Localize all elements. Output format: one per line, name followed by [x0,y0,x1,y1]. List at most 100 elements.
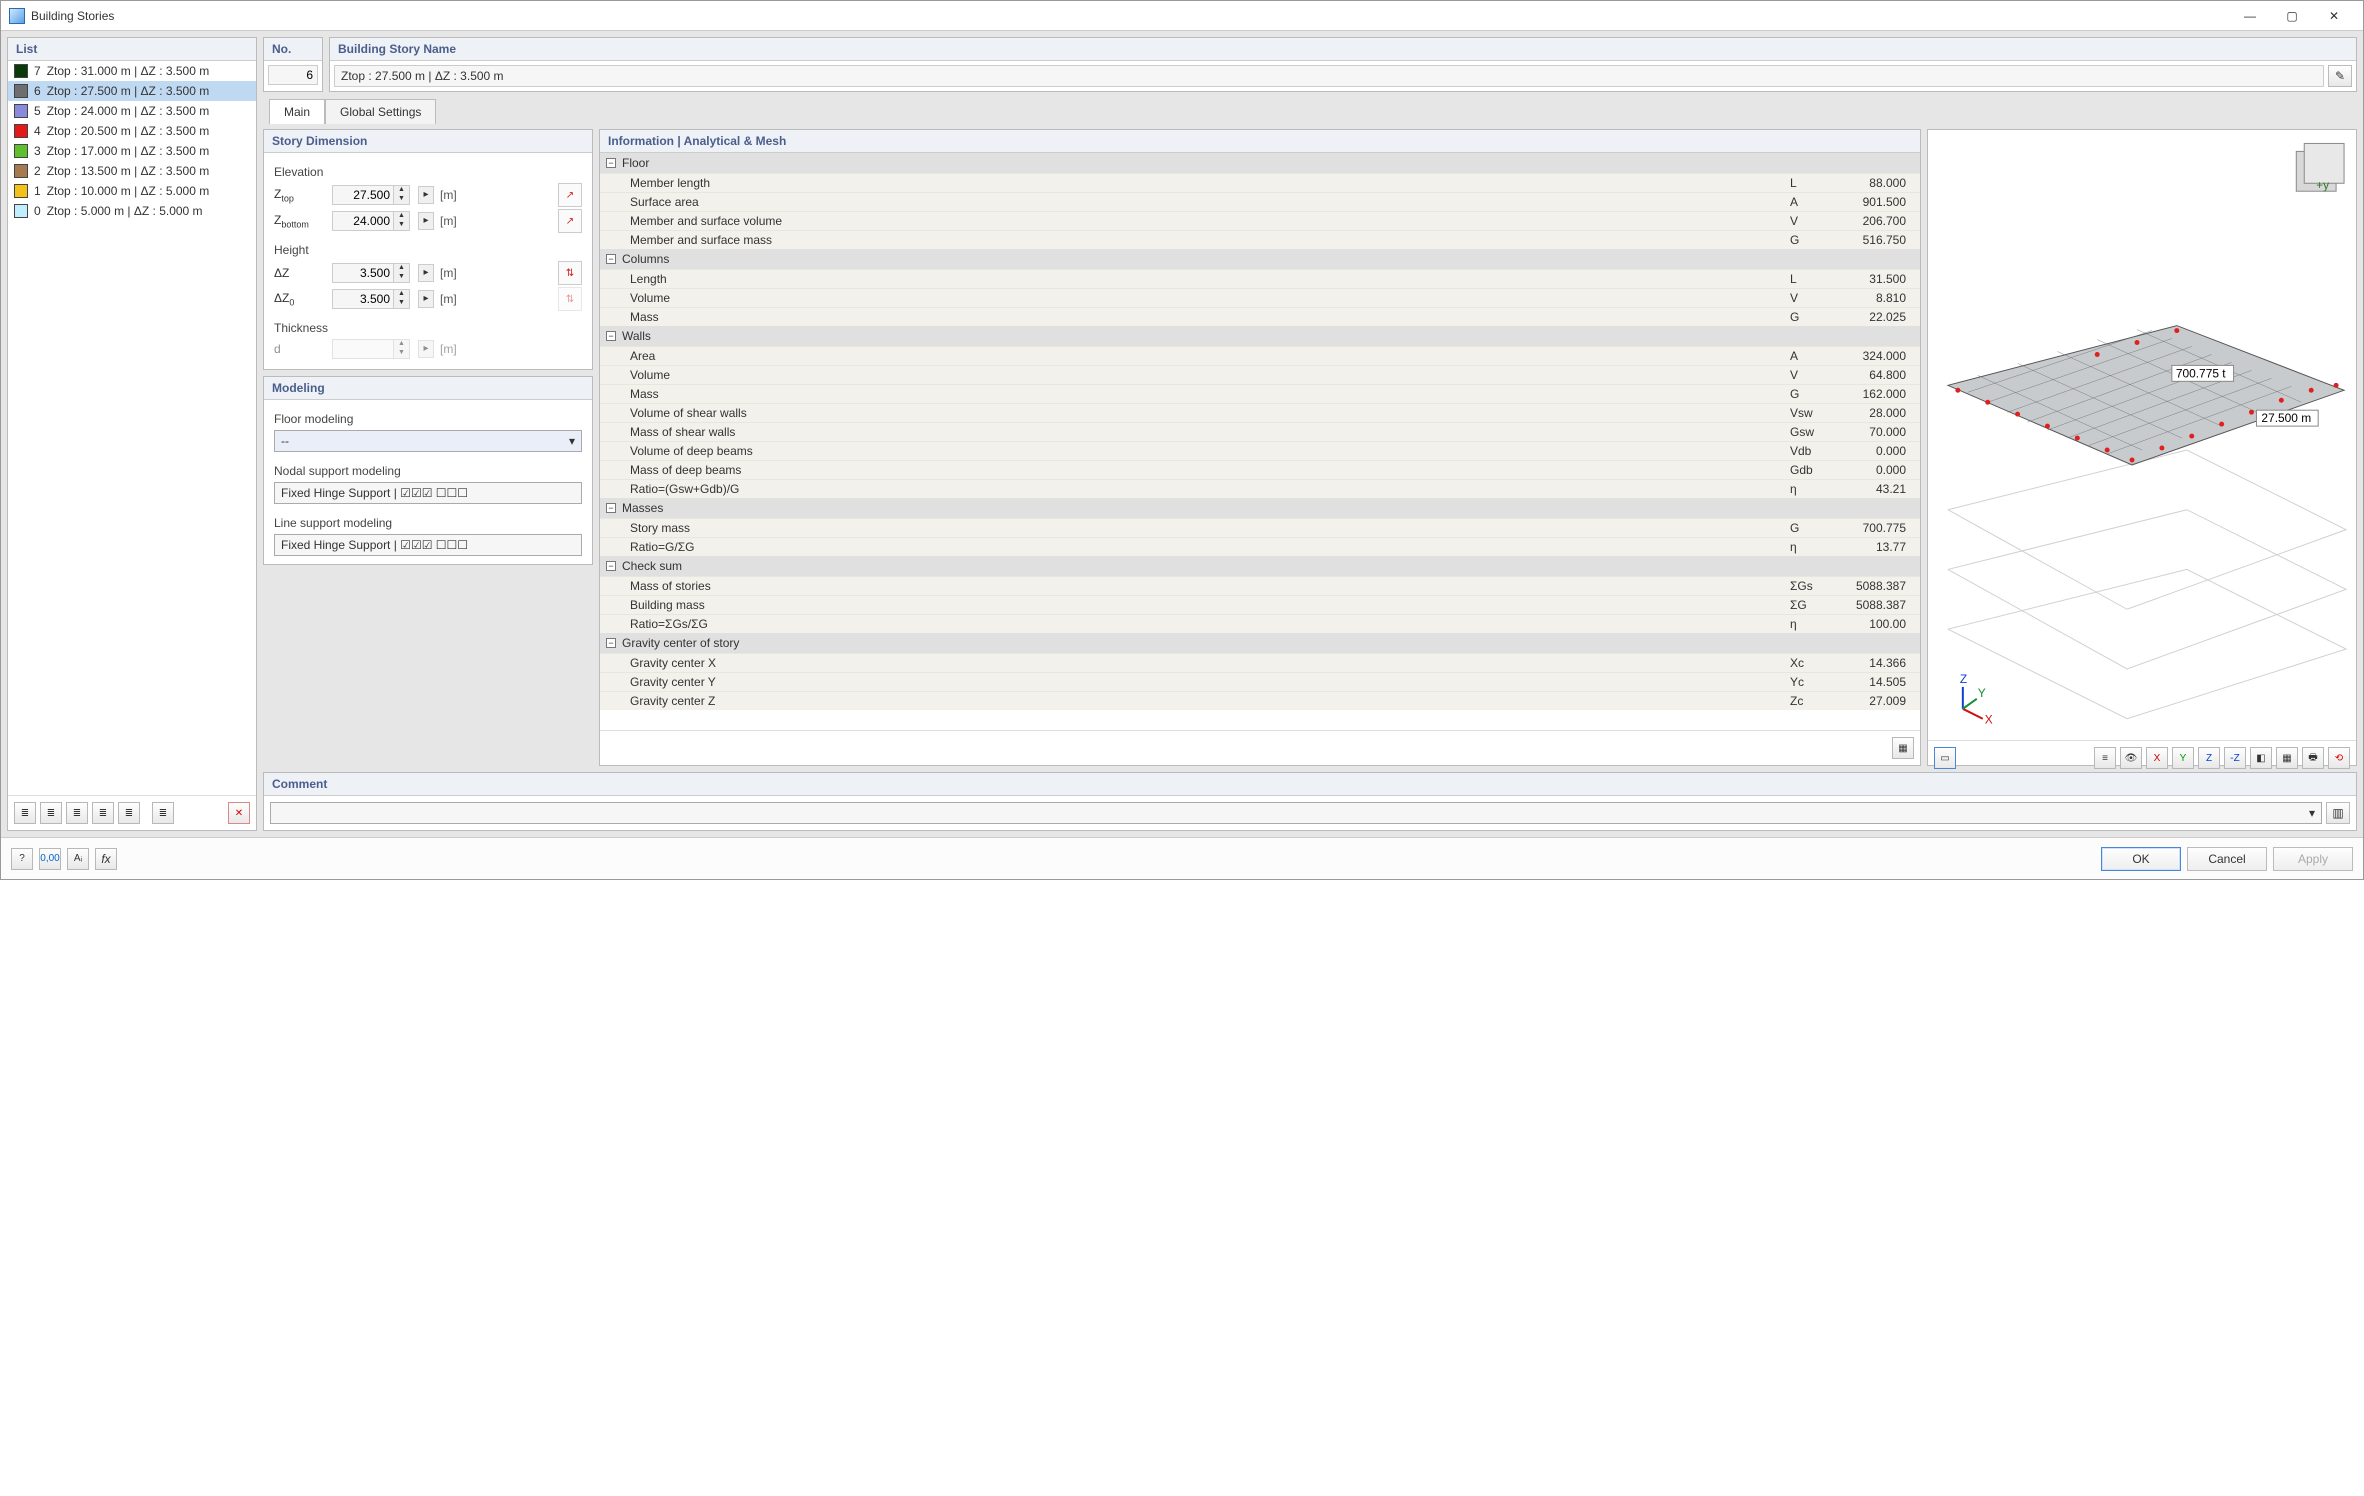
info-row: Member and surface volumeV206.700 [600,211,1920,230]
close-button[interactable]: ✕ [2313,4,2355,28]
viewer-select-tool[interactable]: ▭ [1934,747,1956,769]
story-item-4[interactable]: 4Ztop : 20.500 m | ΔZ : 3.500 m [8,121,256,141]
ztop-label: Ztop [274,187,326,203]
line-modeling-label: Line support modeling [274,516,582,530]
story-item-2[interactable]: 2Ztop : 13.500 m | ΔZ : 3.500 m [8,161,256,181]
info-row: Mass of storiesΣGs5088.387 [600,576,1920,595]
svg-text:27.500 m: 27.500 m [2261,411,2311,425]
ztop-step[interactable]: ▸ [418,186,434,204]
dz0-input[interactable] [332,289,394,309]
info-row: Member and surface massG516.750 [600,230,1920,249]
comment-library-button[interactable]: ▥ [2326,802,2350,824]
viewer-tool-z[interactable]: Z [2198,747,2220,769]
tab-main[interactable]: Main [269,99,325,124]
cancel-button[interactable]: Cancel [2187,847,2267,871]
building-stories-dialog: Building Stories — ▢ ✕ List 7Ztop : 31.0… [0,0,2364,880]
title-bar: Building Stories — ▢ ✕ [1,1,2363,31]
zbot-label: Zbottom [274,213,326,229]
info-row: LengthL31.500 [600,269,1920,288]
line-modeling-combo[interactable]: Fixed Hinge Support | ☑☑☑ ☐☐☐ [274,534,582,556]
info-tree[interactable]: −FloorMember lengthL88.000Surface areaA9… [600,153,1920,730]
ok-button[interactable]: OK [2101,847,2181,871]
viewer-tool-reset[interactable]: ⟲ [2328,747,2350,769]
floor-modeling-combo[interactable]: --▾ [274,430,582,452]
viewer-tool-print[interactable]: 🖶 [2302,747,2324,769]
viewer-tool-x[interactable]: X [2146,747,2168,769]
dz-pick-button[interactable]: ⇅ [558,261,582,285]
zbot-step[interactable]: ▸ [418,212,434,230]
story-name-input[interactable]: Ztop : 27.500 m | ΔZ : 3.500 m [334,65,2324,87]
modeling-header: Modeling [264,377,592,400]
viewer-3d[interactable]: +y [1928,130,2356,740]
apply-button: Apply [2273,847,2353,871]
viewer-tool-levels[interactable]: ≡ [2094,747,2116,769]
story-item-0[interactable]: 0Ztop : 5.000 m | ΔZ : 5.000 m [8,201,256,221]
story-item-5[interactable]: 5Ztop : 24.000 m | ΔZ : 3.500 m [8,101,256,121]
info-row: MassG22.025 [600,307,1920,326]
d-input [332,339,394,359]
comment-header: Comment [264,773,2356,796]
minimize-button[interactable]: — [2229,4,2271,28]
list-tool-2[interactable]: ≣ [40,802,62,824]
comment-input[interactable]: ▾ [270,802,2322,824]
story-list[interactable]: 7Ztop : 31.000 m | ΔZ : 3.500 m6Ztop : 2… [8,61,256,795]
delete-story-button[interactable]: ✕ [228,802,250,824]
no-header: No. [264,38,322,61]
dz-label: ΔZ [274,266,326,280]
info-row: Volume of shear wallsVsw28.000 [600,403,1920,422]
list-tool-3[interactable]: ≣ [66,802,88,824]
zbot-input[interactable] [332,211,394,231]
viewer-tool-view[interactable]: ▦ [2276,747,2298,769]
dz0-pick-button: ⇅ [558,287,582,311]
dz0-step[interactable]: ▸ [418,290,434,308]
svg-text:Y: Y [1978,686,1986,700]
ztop-input[interactable] [332,185,394,205]
units-button[interactable]: 0,00 [39,848,61,870]
story-item-7[interactable]: 7Ztop : 31.000 m | ΔZ : 3.500 m [8,61,256,81]
list-tool-5[interactable]: ≣ [118,802,140,824]
nodal-modeling-combo[interactable]: Fixed Hinge Support | ☑☑☑ ☐☐☐ [274,482,582,504]
info-row: MassG162.000 [600,384,1920,403]
list-tool-6[interactable]: ≣ [152,802,174,824]
edit-name-button[interactable]: ✎ [2328,65,2352,87]
help-button[interactable]: ? [11,848,33,870]
dz-input[interactable] [332,263,394,283]
info-row: Member lengthL88.000 [600,173,1920,192]
story-list-panel: List 7Ztop : 31.000 m | ΔZ : 3.500 m6Zto… [7,37,257,831]
info-row: Surface areaA901.500 [600,192,1920,211]
info-row: Ratio=(Gsw+Gdb)/Gη43.21 [600,479,1920,498]
dz-step[interactable]: ▸ [418,264,434,282]
svg-text:+y: +y [2316,178,2329,192]
svg-text:700.775 t: 700.775 t [2176,366,2226,380]
info-header: Information | Analytical & Mesh [600,130,1920,153]
list-tool-4[interactable]: ≣ [92,802,114,824]
story-item-1[interactable]: 1Ztop : 10.000 m | ΔZ : 5.000 m [8,181,256,201]
dz0-label: ΔZ0 [274,291,326,307]
app-icon [9,8,25,24]
maximize-button[interactable]: ▢ [2271,4,2313,28]
window-title: Building Stories [31,9,2229,23]
ztop-pick-button[interactable]: ↗ [558,183,582,207]
zbot-pick-button[interactable]: ↗ [558,209,582,233]
story-number-input[interactable] [268,65,318,85]
viewer-tool-iso[interactable]: ◧ [2250,747,2272,769]
info-row: Story massG700.775 [600,518,1920,537]
info-row: Gravity center YYc14.505 [600,672,1920,691]
info-row: Gravity center XXc14.366 [600,653,1920,672]
text-tool-button[interactable]: Aᵢ [67,848,89,870]
info-row: Building massΣG5088.387 [600,595,1920,614]
d-label: d [274,342,326,356]
floor-modeling-label: Floor modeling [274,412,582,426]
viewer-tool-minusz[interactable]: -Z [2224,747,2246,769]
thickness-label: Thickness [274,321,582,335]
tab-global-settings[interactable]: Global Settings [325,99,436,124]
list-tool-1[interactable]: ≣ [14,802,36,824]
info-row: VolumeV8.810 [600,288,1920,307]
info-export-button[interactable]: ▦ [1892,737,1914,759]
story-item-3[interactable]: 3Ztop : 17.000 m | ΔZ : 3.500 m [8,141,256,161]
viewer-tool-visibility[interactable]: 👁 [2120,747,2142,769]
function-button[interactable]: fx [95,848,117,870]
list-header: List [8,38,256,61]
story-item-6[interactable]: 6Ztop : 27.500 m | ΔZ : 3.500 m [8,81,256,101]
viewer-tool-y[interactable]: Y [2172,747,2194,769]
